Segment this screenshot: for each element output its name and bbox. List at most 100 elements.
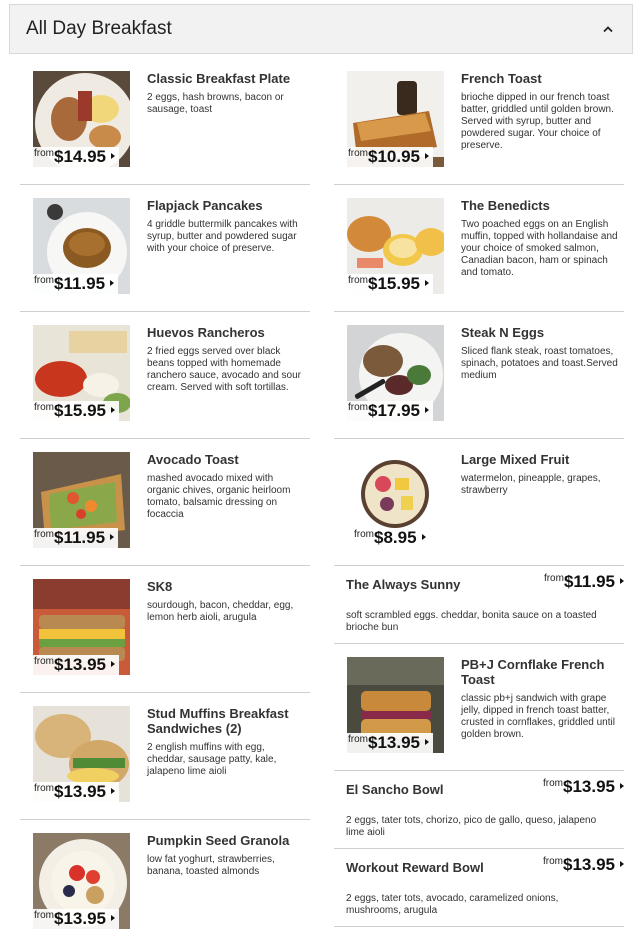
- collapse-button[interactable]: [596, 15, 622, 43]
- item-name[interactable]: PB+J Cornflake French Toast: [461, 657, 621, 687]
- caret-right-icon: [111, 914, 115, 921]
- price: $15.95: [54, 401, 106, 420]
- section-title: All Day Breakfast: [26, 18, 172, 39]
- item-description: classic pb+j sandwich with grape jelly, …: [461, 693, 615, 740]
- price-button[interactable]: from$8.95: [353, 528, 430, 549]
- price-prefix: from: [34, 275, 54, 286]
- price-prefix: from: [348, 148, 368, 159]
- divider: [20, 311, 310, 312]
- caret-right-icon: [111, 406, 115, 413]
- caret-right-icon: [111, 152, 115, 159]
- caret-right-icon: [421, 533, 426, 540]
- item-description: 2 english muffins with egg, cheddar, sau…: [147, 742, 277, 777]
- menu-item-stud-muffins[interactable]: from$13.95 Stud Muffins Breakfast Sandwi…: [20, 706, 310, 806]
- price-prefix: from: [348, 275, 368, 286]
- price-button[interactable]: from$11.95: [33, 528, 119, 549]
- price-button[interactable]: from$11.95: [544, 572, 624, 592]
- price-button[interactable]: from$11.95: [33, 274, 119, 295]
- item-name[interactable]: Avocado Toast: [147, 452, 307, 467]
- menu-item-huevos-rancheros[interactable]: from$15.95 Huevos Rancheros 2 fried eggs…: [20, 325, 310, 425]
- item-description: sourdough, bacon, cheddar, egg, lemon he…: [147, 600, 294, 623]
- item-name[interactable]: Pumpkin Seed Granola: [147, 833, 307, 848]
- price: $13.95: [54, 782, 106, 801]
- menu-item-sk8[interactable]: from$13.95 SK8 sourdough, bacon, cheddar…: [20, 579, 310, 679]
- item-name[interactable]: Stud Muffins Breakfast Sandwiches (2): [147, 706, 307, 736]
- item-description: 4 griddle buttermilk pancakes with syrup…: [147, 219, 298, 254]
- item-name[interactable]: Steak N Eggs: [461, 325, 621, 340]
- item-description: 2 eggs, tater tots, chorizo, pico de gal…: [346, 815, 597, 838]
- divider: [334, 926, 624, 927]
- price-button[interactable]: from$14.95: [33, 147, 119, 168]
- caret-right-icon: [620, 577, 624, 584]
- price-button[interactable]: from$13.95: [33, 655, 119, 676]
- item-description: 2 eggs, hash browns, bacon or sausage, t…: [147, 92, 284, 115]
- item-name[interactable]: The Always Sunny: [346, 577, 460, 592]
- price: $13.95: [368, 733, 420, 752]
- menu-item-classic-breakfast-plate[interactable]: from$14.95 Classic Breakfast Plate 2 egg…: [20, 71, 310, 171]
- menu-item-pumpkin-seed-granola[interactable]: from$13.95 Pumpkin Seed Granola low fat …: [20, 833, 310, 933]
- price-button[interactable]: from$13.95: [33, 782, 119, 803]
- menu-item-avocado-toast[interactable]: from$11.95 Avocado Toast mashed avocado …: [20, 452, 310, 552]
- price-button[interactable]: from$13.95: [543, 855, 624, 875]
- menu-item-flapjack-pancakes[interactable]: from$11.95 Flapjack Pancakes 4 griddle b…: [20, 198, 310, 298]
- price-prefix: from: [354, 529, 374, 540]
- item-description: soft scrambled eggs. cheddar, bonita sau…: [346, 610, 597, 633]
- price-prefix: from: [34, 910, 54, 921]
- price: $13.95: [563, 855, 615, 874]
- caret-right-icon: [425, 152, 429, 159]
- price-button[interactable]: from$17.95: [347, 401, 433, 422]
- item-name[interactable]: Flapjack Pancakes: [147, 198, 307, 213]
- menu-item-large-mixed-fruit[interactable]: from$8.95 Large Mixed Fruit watermelon, …: [334, 452, 624, 552]
- item-name[interactable]: Large Mixed Fruit: [461, 452, 621, 467]
- price-prefix: from: [34, 529, 54, 540]
- item-name[interactable]: French Toast: [461, 71, 621, 86]
- price-prefix: from: [543, 573, 564, 584]
- item-name[interactable]: The Benedicts: [461, 198, 621, 213]
- item-description: 2 eggs, tater tots, avocado, caramelized…: [346, 893, 559, 916]
- item-name[interactable]: Huevos Rancheros: [147, 325, 307, 340]
- item-description: Two poached eggs on an English muffin, t…: [461, 219, 618, 278]
- price-button[interactable]: from$13.95: [33, 909, 119, 930]
- price: $13.95: [563, 777, 615, 796]
- item-description: Sliced flank steak, roast tomatoes, spin…: [461, 346, 618, 381]
- menu-item-french-toast[interactable]: from$10.95 French Toast brioche dipped i…: [334, 71, 624, 171]
- caret-right-icon: [425, 738, 429, 745]
- menu-item-the-always-sunny[interactable]: The Always Sunny from$11.95 soft scrambl…: [334, 566, 624, 642]
- price: $11.95: [563, 572, 615, 591]
- divider: [20, 565, 310, 566]
- price-button[interactable]: from$13.95: [347, 733, 433, 754]
- price-button[interactable]: from$15.95: [347, 274, 433, 295]
- item-name[interactable]: SK8: [147, 579, 307, 594]
- section-header[interactable]: All Day Breakfast: [9, 4, 633, 54]
- caret-right-icon: [620, 860, 624, 867]
- menu-item-workout-reward-bowl[interactable]: Workout Reward Bowl from$13.95 2 eggs, t…: [334, 849, 624, 925]
- price-button[interactable]: from$15.95: [33, 401, 119, 422]
- price-prefix: from: [34, 402, 54, 413]
- divider: [20, 692, 310, 693]
- caret-right-icon: [620, 782, 624, 789]
- price-button[interactable]: from$10.95: [347, 147, 433, 168]
- menu-item-el-sancho-bowl[interactable]: El Sancho Bowl from$13.95 2 eggs, tater …: [334, 771, 624, 847]
- price: $13.95: [54, 909, 106, 928]
- price-button[interactable]: from$13.95: [543, 777, 624, 797]
- menu-item-steak-n-eggs[interactable]: from$17.95 Steak N Eggs Sliced flank ste…: [334, 325, 624, 425]
- price-prefix: from: [348, 734, 368, 745]
- item-name[interactable]: Classic Breakfast Plate: [147, 71, 307, 86]
- price: $13.95: [54, 655, 106, 674]
- price-prefix: from: [34, 148, 54, 159]
- caret-right-icon: [110, 279, 115, 286]
- caret-right-icon: [425, 279, 429, 286]
- price-prefix: from: [543, 778, 563, 789]
- item-name[interactable]: El Sancho Bowl: [346, 782, 444, 797]
- price-prefix: from: [34, 783, 54, 794]
- divider: [20, 819, 310, 820]
- item-name[interactable]: Workout Reward Bowl: [346, 860, 484, 875]
- divider: [334, 184, 624, 185]
- caret-right-icon: [111, 660, 115, 667]
- menu-item-the-benedicts[interactable]: from$15.95 The Benedicts Two poached egg…: [334, 198, 624, 298]
- divider: [20, 184, 310, 185]
- price: $11.95: [54, 274, 106, 293]
- menu-item-pbj-cornflake-french-toast[interactable]: from$13.95 PB+J Cornflake French Toast c…: [334, 657, 624, 757]
- item-description: 2 fried eggs served over black beans top…: [147, 346, 301, 393]
- caret-right-icon: [110, 533, 115, 540]
